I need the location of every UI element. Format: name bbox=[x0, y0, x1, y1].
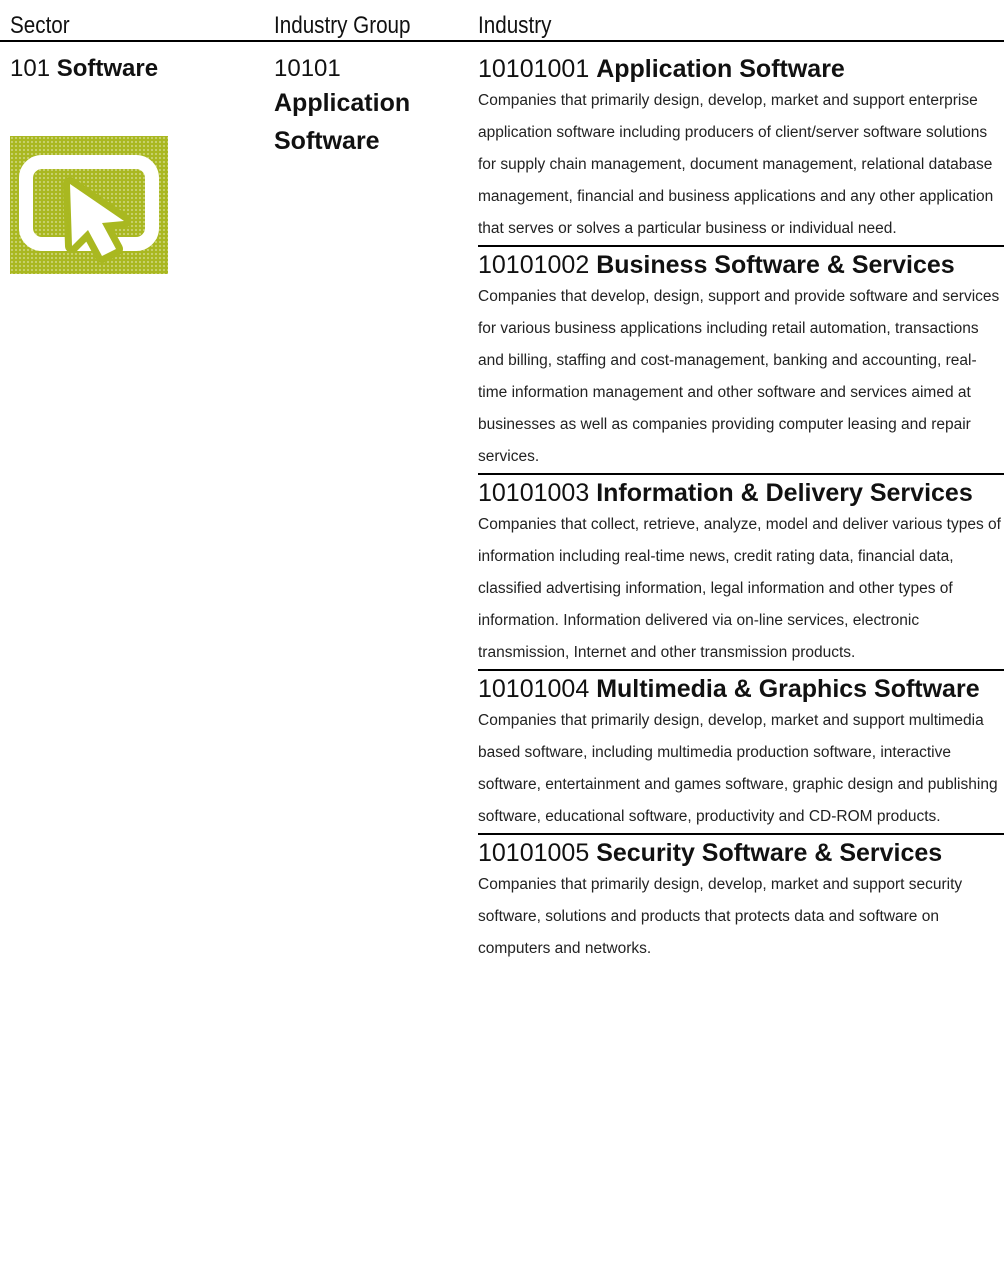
sector-cell: 101 Software bbox=[10, 54, 158, 84]
header-industry-group: Industry Group bbox=[274, 12, 411, 39]
industry-title: 10101003 Information & Delivery Services bbox=[478, 475, 1004, 508]
industry-name: Information & Delivery Services bbox=[596, 479, 973, 507]
sector-title: 101 Software bbox=[10, 54, 158, 84]
industry-title: 10101004 Multimedia & Graphics Software bbox=[478, 671, 1004, 704]
industry-description: Companies that primarily design, develop… bbox=[478, 876, 963, 957]
cursor-arrow-icon bbox=[10, 136, 168, 274]
industry-description: Companies that primarily design, develop… bbox=[478, 712, 998, 825]
sector-code: 101 bbox=[10, 55, 51, 82]
industry-title: 10101001 Application Software bbox=[478, 54, 1004, 84]
industry-entry: 10101001 Application Software Companies … bbox=[478, 54, 1004, 245]
column-headers: Sector Industry Group Industry bbox=[0, 0, 1004, 42]
header-sector: Sector bbox=[10, 12, 70, 39]
header-industry: Industry bbox=[478, 12, 552, 39]
industry-group-name-line1: Application bbox=[274, 89, 411, 117]
industry-name: Security Software & Services bbox=[596, 839, 943, 867]
industry-list: 10101001 Application Software Companies … bbox=[478, 54, 1004, 965]
industry-code: 10101003 bbox=[478, 479, 590, 507]
industry-group-cell: 10101 Application Software bbox=[274, 54, 464, 160]
industry-code: 10101004 bbox=[478, 675, 590, 703]
sector-name: Software bbox=[56, 55, 159, 82]
industry-name: Application Software bbox=[596, 55, 845, 83]
industry-code: 10101002 bbox=[478, 251, 590, 279]
industry-title: 10101005 Security Software & Services bbox=[478, 835, 1004, 868]
industry-description: Companies that collect, retrieve, analyz… bbox=[478, 516, 1001, 661]
industry-title: 10101002 Business Software & Services bbox=[478, 247, 1004, 280]
industry-entry: 10101002 Business Software & Services Co… bbox=[478, 245, 1004, 473]
industry-entry: 10101003 Information & Delivery Services… bbox=[478, 473, 1004, 669]
industry-description: Companies that primarily design, develop… bbox=[478, 92, 994, 237]
industry-name: Multimedia & Graphics Software bbox=[596, 675, 980, 703]
industry-entry: 10101005 Security Software & Services Co… bbox=[478, 833, 1004, 965]
industry-code: 10101005 bbox=[478, 839, 590, 867]
industry-group-name-line2: Software bbox=[274, 127, 380, 155]
industry-description: Companies that develop, design, support … bbox=[478, 288, 1000, 465]
industry-group-code: 10101 bbox=[274, 55, 341, 82]
industry-code: 10101001 bbox=[478, 55, 590, 83]
industry-entry: 10101004 Multimedia & Graphics Software … bbox=[478, 669, 1004, 833]
industry-name: Business Software & Services bbox=[596, 251, 955, 279]
